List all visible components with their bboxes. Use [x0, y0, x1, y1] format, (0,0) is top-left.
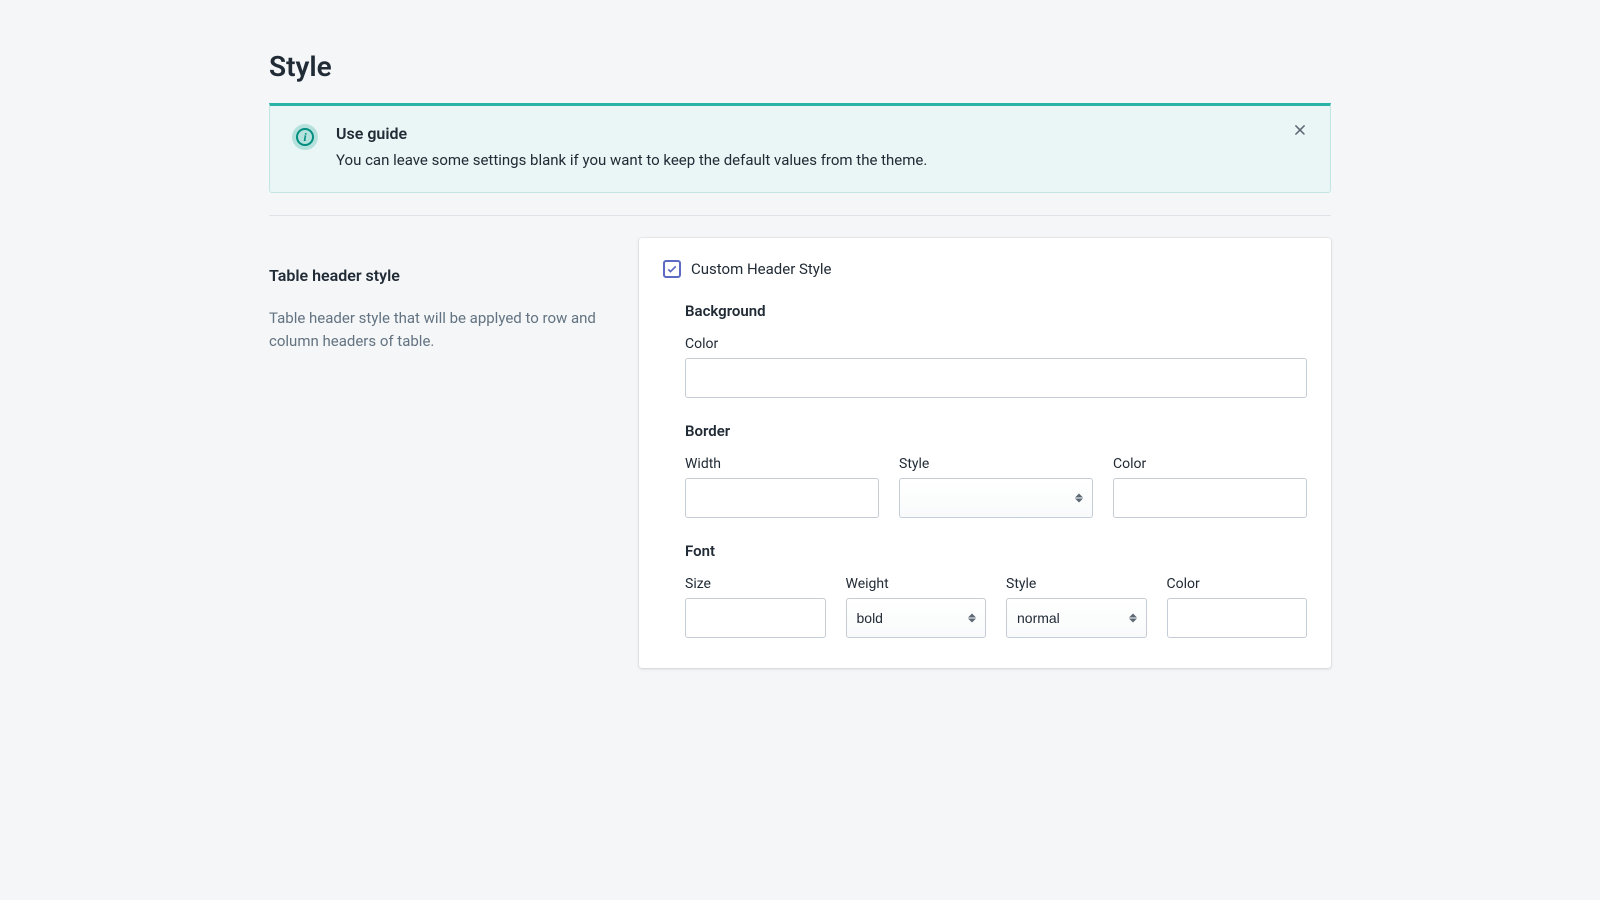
- border-heading: Border: [685, 422, 1307, 440]
- border-style-field: Style: [899, 456, 1093, 518]
- info-banner: i Use guide You can leave some settings …: [269, 103, 1331, 193]
- close-icon: [1292, 122, 1308, 143]
- page-title: Style: [269, 50, 1331, 83]
- font-heading: Font: [685, 542, 1307, 560]
- border-style-label: Style: [899, 456, 1093, 472]
- font-style-field: Style normal: [1006, 576, 1147, 638]
- info-icon: i: [292, 124, 318, 150]
- background-group: Background Color: [685, 302, 1307, 398]
- font-color-label: Color: [1167, 576, 1308, 592]
- table-header-style-section: Table header style Table header style th…: [269, 238, 1331, 668]
- section-divider: [269, 215, 1331, 216]
- border-group: Border Width Style: [685, 422, 1307, 518]
- custom-header-style-checkbox[interactable]: [663, 260, 681, 278]
- border-width-input[interactable]: [685, 478, 879, 518]
- banner-title: Use guide: [336, 124, 1308, 143]
- section-description: Table header style that will be applyed …: [269, 307, 609, 354]
- border-width-label: Width: [685, 456, 879, 472]
- border-color-label: Color: [1113, 456, 1307, 472]
- font-group: Font Size Weight bold: [685, 542, 1307, 638]
- font-color-field: Color: [1167, 576, 1308, 638]
- font-style-select[interactable]: normal: [1006, 598, 1147, 638]
- font-weight-field: Weight bold: [846, 576, 987, 638]
- banner-content: Use guide You can leave some settings bl…: [336, 124, 1308, 172]
- style-card: Custom Header Style Background Color Bor…: [639, 238, 1331, 668]
- font-style-label: Style: [1006, 576, 1147, 592]
- font-size-label: Size: [685, 576, 826, 592]
- font-color-input[interactable]: [1167, 598, 1308, 638]
- font-row: Size Weight bold: [685, 576, 1307, 638]
- page: Style i Use guide You can leave some set…: [269, 0, 1331, 668]
- border-row: Width Style: [685, 456, 1307, 518]
- border-width-field: Width: [685, 456, 879, 518]
- info-icon-glyph: i: [296, 128, 314, 146]
- section-heading: Table header style: [269, 266, 609, 285]
- background-color-input[interactable]: [685, 358, 1307, 398]
- border-color-input[interactable]: [1113, 478, 1307, 518]
- font-weight-label: Weight: [846, 576, 987, 592]
- custom-header-style-field: Custom Header Style: [663, 260, 1307, 278]
- background-color-label: Color: [685, 336, 1307, 352]
- background-color-field: Color: [685, 336, 1307, 398]
- style-subform: Background Color Border Width S: [663, 302, 1307, 638]
- checkmark-icon: [666, 263, 678, 275]
- background-heading: Background: [685, 302, 1307, 320]
- font-size-field: Size: [685, 576, 826, 638]
- border-color-field: Color: [1113, 456, 1307, 518]
- banner-body: You can leave some settings blank if you…: [336, 149, 1308, 172]
- custom-header-style-label: Custom Header Style: [691, 260, 832, 278]
- border-style-select[interactable]: [899, 478, 1093, 518]
- font-weight-select[interactable]: bold: [846, 598, 987, 638]
- banner-close-button[interactable]: [1288, 120, 1312, 144]
- section-annotation: Table header style Table header style th…: [269, 238, 609, 668]
- font-size-input[interactable]: [685, 598, 826, 638]
